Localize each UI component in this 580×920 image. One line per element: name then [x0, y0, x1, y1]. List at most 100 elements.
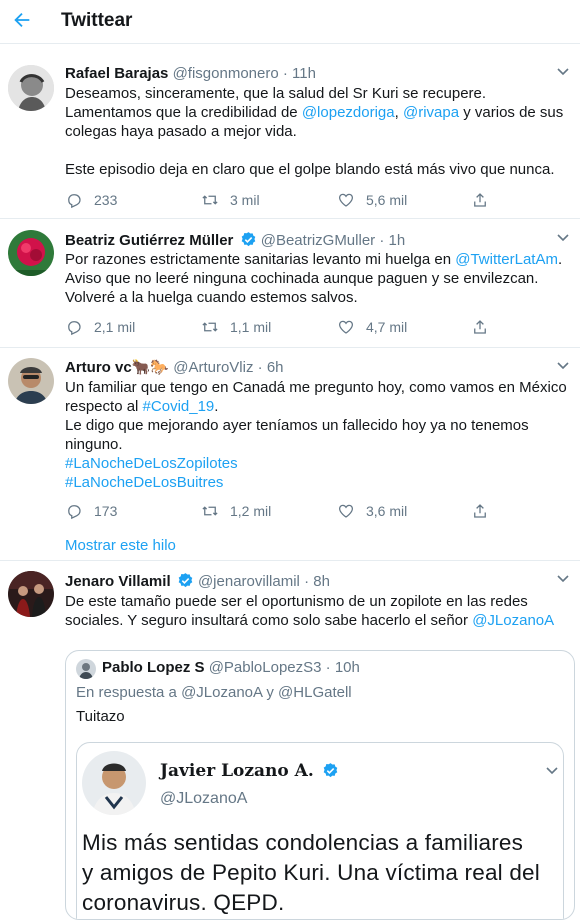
tweet-header: Rafael Barajas @fisgonmonero · 11h — [65, 65, 316, 83]
author-name[interactable]: Jenaro Villamil — [65, 573, 171, 590]
tweet-header: Beatriz Gutiérrez Müller @BeatrizGMuller… — [65, 231, 405, 250]
retweet-button[interactable]: 3 mil — [201, 190, 260, 210]
avatar[interactable] — [8, 65, 54, 111]
tweet[interactable]: Arturo vc🐂🐎 @ArturoVliz · 6h Un familiar… — [0, 348, 580, 561]
avatar[interactable] — [8, 571, 54, 617]
quoted-author-handle[interactable]: @PabloLopezS3 — [209, 659, 322, 676]
author-name[interactable]: Beatriz Gutiérrez Müller — [65, 232, 233, 249]
text-fragment: y varios de sus — [459, 104, 564, 121]
text-fragment: respecto al — [65, 398, 143, 415]
chevron-down-icon[interactable] — [556, 574, 570, 584]
separator-dot: · — [257, 359, 263, 376]
mention-link[interactable]: @TwitterLatAm — [455, 251, 558, 268]
reply-count: 233 — [94, 192, 118, 208]
retweet-button[interactable]: 1,2 mil — [201, 501, 271, 521]
share-icon — [474, 193, 486, 207]
tweet-time[interactable]: 6h — [267, 359, 284, 376]
avatar-image — [76, 659, 96, 679]
text-line: Este episodio deja en claro que el golpe… — [65, 161, 555, 178]
text-line: Mis más sentidas condolencias a familiar… — [82, 830, 524, 855]
separator-dot: · — [304, 573, 310, 590]
tweet-time[interactable]: 1h — [389, 232, 406, 249]
text-line: Le digo que mejorando ayer teníamos un f… — [65, 417, 529, 434]
separator-dot: · — [282, 65, 288, 82]
retweet-count: 3 mil — [230, 192, 260, 208]
hashtag-link[interactable]: #LaNocheDeLosZopilotes — [65, 454, 570, 473]
author-handle[interactable]: @ArturoVliz — [173, 359, 253, 376]
hashtag-link[interactable]: #Covid_19 — [143, 398, 215, 415]
avatar-image — [82, 751, 146, 815]
author-name[interactable]: Arturo vc🐂🐎 — [65, 359, 169, 376]
chevron-down-icon[interactable] — [556, 67, 570, 77]
reply-button[interactable]: 173 — [65, 501, 117, 521]
author-handle[interactable]: @BeatrizGMuller — [261, 232, 375, 249]
author-handle[interactable]: @jenarovillamil — [198, 573, 300, 590]
heart-icon — [338, 193, 354, 207]
like-button[interactable]: 3,6 mil — [337, 501, 407, 521]
share-icon — [474, 504, 486, 518]
text-line: Volveré a la huelga cuando estemos salvo… — [65, 289, 358, 306]
heart-icon — [338, 504, 354, 518]
tweet-time[interactable]: 11h — [292, 65, 316, 82]
embedded-avatar — [82, 751, 146, 815]
reply-icon — [68, 505, 81, 520]
share-button[interactable] — [471, 190, 489, 210]
reply-icon — [68, 321, 81, 336]
tweet-time[interactable]: 8h — [313, 573, 330, 590]
show-thread-link[interactable]: Mostrar este hilo — [65, 537, 176, 554]
embedded-author: Javier Lozano A. — [160, 761, 339, 781]
verified-badge-icon — [241, 232, 255, 247]
reply-count: 2,1 mil — [94, 319, 136, 335]
retweet-button[interactable]: 1,1 mil — [201, 317, 271, 337]
retweet-icon — [202, 195, 218, 205]
mention-link[interactable]: @lopezdoriga — [302, 104, 395, 121]
page-title: Twittear — [61, 10, 133, 31]
like-button[interactable]: 4,7 mil — [337, 317, 407, 337]
share-button[interactable] — [471, 501, 489, 521]
quoted-author-name[interactable]: Pablo Lopez S — [102, 659, 205, 676]
reply-prefix: En respuesta a — [76, 684, 182, 701]
mention-link[interactable]: @rivapa — [403, 104, 459, 121]
hashtag-link[interactable]: #LaNocheDeLosBuitres — [65, 473, 570, 492]
share-button[interactable] — [471, 317, 489, 337]
tweet[interactable]: Rafael Barajas @fisgonmonero · 11h Desea… — [0, 55, 580, 219]
attached-screenshot-image[interactable]: Javier Lozano A. @JLozanoA Mis más senti… — [76, 742, 564, 919]
retweet-count: 1,2 mil — [230, 503, 272, 519]
share-icon — [474, 320, 486, 334]
tweet-header: Jenaro Villamil @jenarovillamil · 8h — [65, 572, 330, 591]
avatar[interactable] — [8, 230, 54, 276]
embedded-author-name: Javier Lozano A. — [160, 761, 314, 781]
tweet[interactable]: Beatriz Gutiérrez Müller @BeatrizGMuller… — [0, 219, 580, 348]
back-arrow-icon[interactable] — [11, 9, 33, 31]
quoted-tweet[interactable]: Pablo Lopez S @PabloLopezS3 · 10h En res… — [65, 650, 575, 920]
text-fragment: sociales. Y seguro insultará como solo s… — [65, 612, 473, 629]
tweet-actions: 233 3 mil 5,6 mil — [65, 190, 495, 210]
author-handle[interactable]: @fisgonmonero — [173, 65, 279, 82]
reply-mention[interactable]: @JLozanoA — [181, 684, 262, 701]
retweet-icon — [202, 322, 218, 332]
reply-mention[interactable]: @HLGatell — [278, 684, 352, 701]
chevron-down-icon[interactable] — [556, 233, 570, 243]
embedded-tweet-text: Mis más sentidas condolencias a familiar… — [82, 828, 562, 918]
reply-button[interactable]: 2,1 mil — [65, 317, 135, 337]
reply-button[interactable]: 233 — [65, 190, 117, 210]
top-bar: Twittear — [0, 0, 580, 44]
quoted-avatar[interactable] — [76, 659, 96, 679]
reply-and: y — [262, 684, 279, 701]
verified-badge-icon — [178, 573, 193, 588]
like-button[interactable]: 5,6 mil — [337, 190, 407, 210]
tweet-text: De este tamaño puede ser el oportunismo … — [65, 592, 570, 630]
quoted-text: Tuitazo — [76, 708, 125, 725]
avatar-image — [8, 358, 54, 404]
text-line: De este tamaño puede ser el oportunismo … — [65, 593, 528, 610]
tweet-text: Por razones estrictamente sanitarias lev… — [65, 250, 570, 307]
mention-link[interactable]: @JLozanoA — [472, 612, 554, 629]
text-line: Lamentamos que la credibilidad de @lopez… — [65, 103, 570, 122]
quoted-time[interactable]: 10h — [335, 659, 360, 676]
avatar[interactable] — [8, 358, 54, 404]
chevron-down-icon[interactable] — [556, 361, 570, 371]
author-name[interactable]: Rafael Barajas — [65, 65, 168, 82]
verified-badge-icon — [323, 763, 338, 778]
text-fragment: , — [394, 104, 403, 121]
separator-dot: · — [325, 659, 331, 676]
